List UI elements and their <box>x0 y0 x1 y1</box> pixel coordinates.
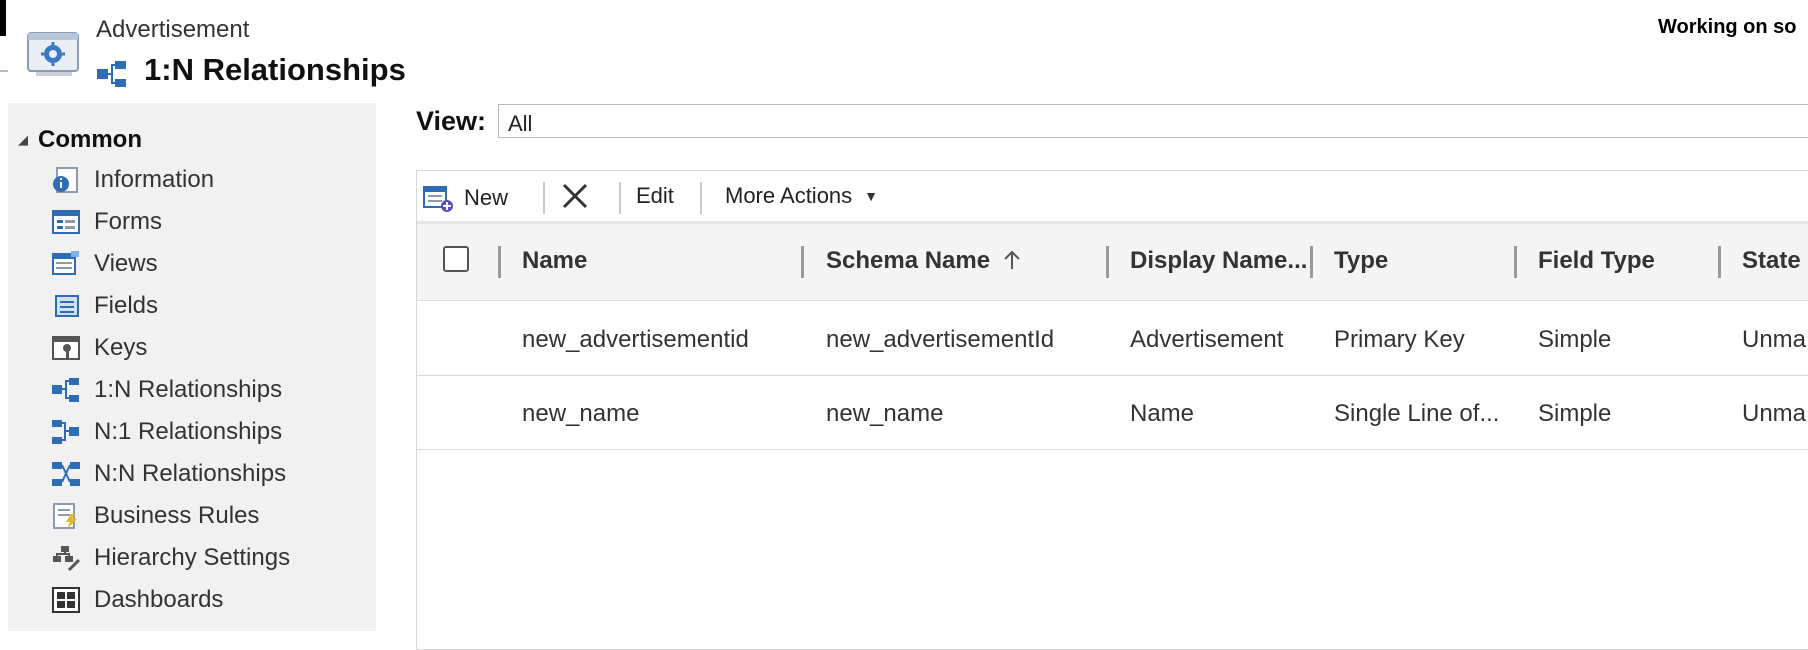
table-cell-state: Unma <box>1742 326 1807 353</box>
sidebar-item-label: N:N Relationships <box>94 460 287 487</box>
sidebar-item-1n-relationships[interactable]: 1:N Relationships <box>50 370 370 410</box>
view-selected-value: All <box>508 111 533 136</box>
row-divider <box>417 449 1808 450</box>
dashboards-icon <box>50 585 82 615</box>
page-title: 1:N Relationships <box>144 52 406 87</box>
sort-ascending-icon <box>1003 247 1021 274</box>
table-cell-schema-name: new_name <box>826 400 944 427</box>
grid-toolbar <box>417 171 1808 224</box>
table-cell-state: Unma <box>1742 400 1807 427</box>
column-header-name[interactable]: Name <box>522 247 587 275</box>
sidebar-item-label: Hierarchy Settings <box>94 544 291 571</box>
column-header-type[interactable]: Type <box>1334 247 1388 275</box>
status-text: Working on so <box>1658 16 1797 38</box>
entity-settings-icon <box>26 30 82 78</box>
column-header-field-type[interactable]: Field Type <box>1538 247 1655 275</box>
sidebar-item-dashboards[interactable]: Dashboards <box>50 580 370 620</box>
views-icon <box>50 249 82 279</box>
sidebar-item-forms[interactable]: Forms <box>50 202 370 242</box>
sidebar-item-n1-relationships[interactable]: N:1 Relationships <box>50 412 370 452</box>
select-all-checkbox[interactable] <box>443 246 469 272</box>
many-to-one-icon <box>50 417 82 447</box>
many-to-many-icon <box>50 459 82 489</box>
sidebar-item-label: Forms <box>94 208 162 235</box>
column-separator[interactable] <box>1718 246 1721 278</box>
column-separator[interactable] <box>1310 246 1313 278</box>
column-separator[interactable] <box>1106 246 1109 278</box>
table-cell-name[interactable]: new_name <box>522 400 639 428</box>
one-to-many-icon <box>96 59 128 89</box>
new-button[interactable]: New <box>422 183 508 213</box>
window-edge <box>0 0 6 36</box>
entity-name: Advertisement <box>96 16 250 43</box>
sidebar-item-label: Dashboards <box>94 586 224 613</box>
more-actions-label: More Actions <box>725 183 853 208</box>
sidebar-item-nn-relationships[interactable]: N:N Relationships <box>50 454 370 494</box>
column-header-schema-name[interactable]: Schema Name <box>826 247 1021 275</box>
column-header-state[interactable]: State <box>1742 247 1801 275</box>
sidebar-item-label: Views <box>94 250 158 277</box>
collapse-triangle-icon[interactable]: ◢ <box>18 132 28 148</box>
view-select[interactable]: All <box>498 104 1808 138</box>
column-separator[interactable] <box>1514 246 1517 278</box>
column-separator[interactable] <box>498 246 501 278</box>
one-to-many-icon <box>50 375 82 405</box>
information-icon <box>50 165 82 195</box>
view-label: View: <box>416 106 487 136</box>
more-actions-button[interactable]: More Actions ▼ <box>725 183 878 209</box>
close-icon <box>560 181 590 211</box>
table-cell-schema-name: new_advertisementId <box>826 326 1055 353</box>
sidebar-item-label: N:1 Relationships <box>94 418 283 445</box>
edit-button[interactable]: Edit <box>636 183 674 209</box>
chevron-down-icon: ▼ <box>864 188 879 204</box>
column-header-label: Schema Name <box>826 247 991 274</box>
column-header-display-name[interactable]: Display Name... <box>1130 247 1310 275</box>
sidebar-item-label: Fields <box>94 292 159 319</box>
sidebar-item-label: Business Rules <box>94 502 260 529</box>
sidebar-item-information[interactable]: Information <box>50 160 370 200</box>
sidebar-item-fields[interactable]: Fields <box>50 286 370 326</box>
sidebar-item-label: Information <box>94 166 215 193</box>
table-cell-type: Primary Key <box>1334 326 1465 353</box>
table-cell-field-type: Simple <box>1538 326 1612 353</box>
sidebar-item-keys[interactable]: Keys <box>50 328 370 368</box>
column-separator[interactable] <box>801 246 804 278</box>
new-button-label: New <box>464 185 509 210</box>
new-record-icon <box>422 183 454 213</box>
table-cell-field-type: Simple <box>1538 400 1612 427</box>
edit-button-label: Edit <box>636 183 674 208</box>
table-cell-display-name: Advertisement <box>1130 326 1284 353</box>
business-rules-icon <box>50 501 82 531</box>
table-cell-type: Single Line of... <box>1334 400 1500 427</box>
delete-button[interactable] <box>560 181 590 211</box>
toolbar-separator <box>543 182 545 214</box>
sidebar-item-views[interactable]: Views <box>50 244 370 284</box>
sidebar-item-business-rules[interactable]: Business Rules <box>50 496 370 536</box>
keys-icon <box>50 333 82 363</box>
toolbar-separator <box>700 182 702 214</box>
sidebar-item-label: 1:N Relationships <box>94 376 283 403</box>
table-cell-display-name: Name <box>1130 400 1195 427</box>
sidebar-item-label: Keys <box>94 334 148 361</box>
divider <box>0 70 8 72</box>
hierarchy-icon <box>50 543 82 573</box>
fields-icon <box>50 291 82 321</box>
forms-icon <box>50 207 82 237</box>
toolbar-separator <box>619 182 621 214</box>
row-divider <box>417 375 1808 376</box>
sidebar-item-hierarchy-settings[interactable]: Hierarchy Settings <box>50 538 370 578</box>
table-cell-name[interactable]: new_advertisementid <box>522 326 749 354</box>
sidebar-group-label: Common <box>38 126 142 153</box>
